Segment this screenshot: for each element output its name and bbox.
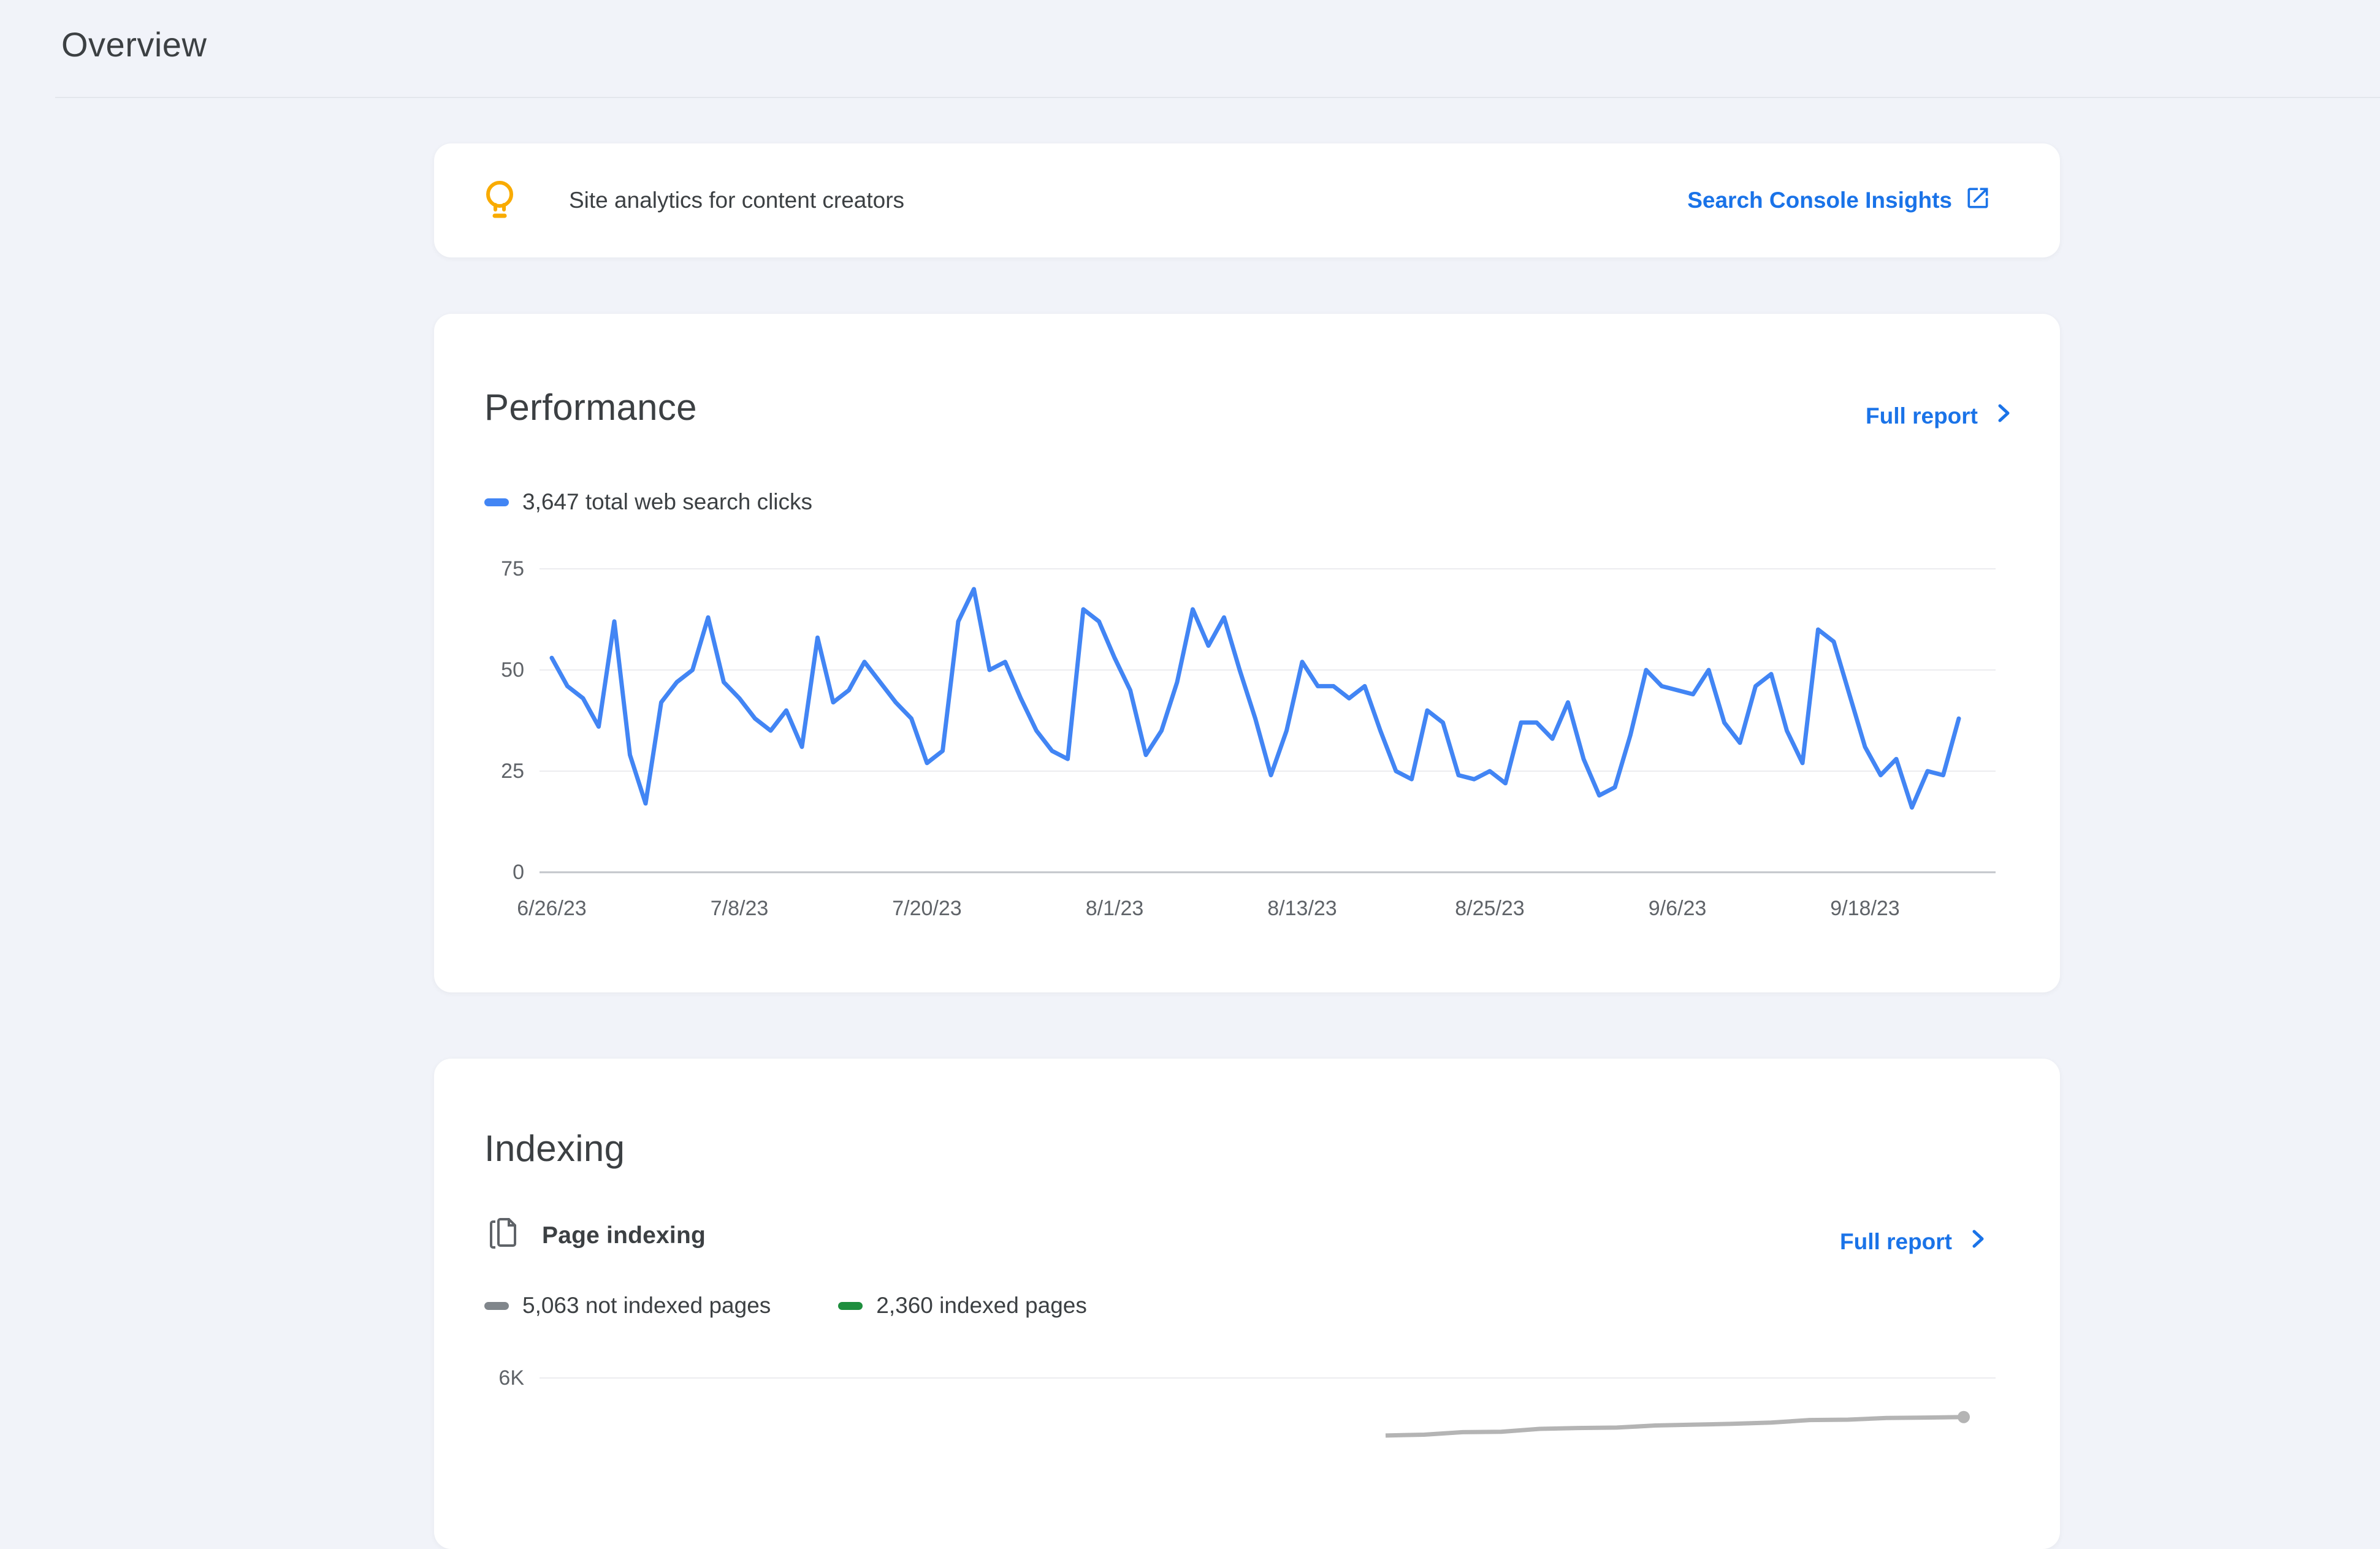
- clicks-legend-dash: [484, 498, 509, 506]
- svg-text:75: 75: [501, 557, 524, 580]
- not-indexed-legend-label: 5,063 not indexed pages: [522, 1293, 771, 1319]
- svg-text:6K: 6K: [498, 1366, 524, 1390]
- performance-legend: 3,647 total web search clicks: [484, 489, 812, 515]
- legend-item-not-indexed: 5,063 not indexed pages: [484, 1293, 771, 1319]
- insights-banner-text: Site analytics for content creators: [569, 188, 904, 213]
- performance-clicks-chart[interactable]: 0 25 50 75 6/26/23 7/8/23 7/20/23 8/1/23 8/13/23…: [466, 550, 2023, 931]
- indexing-full-report-link[interactable]: Full report: [1840, 1225, 1991, 1258]
- page-indexing-label: Page indexing: [542, 1222, 706, 1249]
- clicks-legend-label: 3,647 total web search clicks: [522, 489, 812, 515]
- page-indexing-row: Page indexing: [489, 1217, 706, 1254]
- indexing-card-title: Indexing: [484, 1127, 625, 1170]
- performance-card-title: Performance: [484, 386, 697, 428]
- external-link-icon: [1964, 185, 1991, 217]
- indexed-legend-label: 2,360 indexed pages: [876, 1293, 1087, 1319]
- search-console-insights-link[interactable]: Search Console Insights: [1687, 185, 1991, 217]
- indexed-legend-dash: [838, 1302, 863, 1310]
- svg-text:7/20/23: 7/20/23: [892, 897, 961, 920]
- page-indexing-chart[interactable]: 6K: [466, 1366, 2023, 1438]
- page-title: Overview: [61, 25, 207, 64]
- not-indexed-legend-dash: [484, 1302, 509, 1310]
- svg-text:6/26/23: 6/26/23: [517, 897, 586, 920]
- pages-icon: [489, 1217, 519, 1254]
- insights-banner-card: Site analytics for content creators Sear…: [434, 143, 2060, 257]
- legend-item-clicks: 3,647 total web search clicks: [484, 489, 812, 515]
- svg-text:9/6/23: 9/6/23: [1649, 897, 1707, 920]
- performance-full-report-link[interactable]: Full report: [1866, 400, 2017, 432]
- header-divider: [55, 97, 2380, 98]
- svg-text:8/1/23: 8/1/23: [1086, 897, 1144, 920]
- indexing-legend: 5,063 not indexed pages 2,360 indexed pa…: [484, 1293, 1087, 1319]
- svg-text:7/8/23: 7/8/23: [711, 897, 769, 920]
- svg-text:9/18/23: 9/18/23: [1830, 897, 1899, 920]
- svg-text:25: 25: [501, 759, 524, 783]
- legend-item-indexed: 2,360 indexed pages: [838, 1293, 1087, 1319]
- indexing-card: Indexing Page indexing Full report 5,063…: [434, 1059, 2060, 1549]
- search-console-insights-label: Search Console Insights: [1687, 188, 1952, 213]
- svg-text:8/13/23: 8/13/23: [1267, 897, 1337, 920]
- svg-text:50: 50: [501, 658, 524, 682]
- chevron-right-icon: [1964, 1225, 1991, 1258]
- full-report-label: Full report: [1840, 1229, 1952, 1255]
- svg-text:8/25/23: 8/25/23: [1455, 897, 1524, 920]
- lightbulb-icon: [484, 179, 515, 223]
- chevron-right-icon: [1990, 400, 2017, 432]
- svg-text:0: 0: [513, 861, 524, 884]
- full-report-label: Full report: [1866, 403, 1978, 429]
